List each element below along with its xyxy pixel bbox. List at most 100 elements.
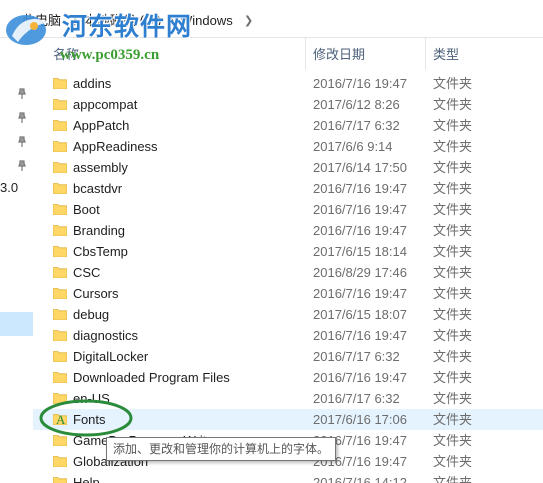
file-type: 文件夹 bbox=[433, 286, 473, 301]
file-name[interactable]: Downloaded Program Files bbox=[73, 367, 230, 388]
file-name[interactable]: diagnostics bbox=[73, 325, 138, 346]
file-type: 文件夹 bbox=[433, 412, 473, 427]
file-date: 2017/6/6 9:14 bbox=[313, 139, 393, 154]
file-type: 文件夹 bbox=[433, 328, 473, 343]
breadcrumb-separator-icon[interactable]: ❯ bbox=[244, 13, 253, 29]
file-name[interactable]: Branding bbox=[73, 220, 125, 241]
file-type: 文件夹 bbox=[433, 118, 473, 133]
watermark-title: 河东软件网 bbox=[62, 14, 193, 41]
watermark-url: www.pc0359.cn bbox=[60, 47, 160, 63]
file-row[interactable]: DigitalLocker 2016/7/17 6:32 文件夹 bbox=[33, 346, 543, 367]
file-row[interactable]: bcastdvr 2016/7/16 19:47 文件夹 bbox=[33, 178, 543, 199]
file-type: 文件夹 bbox=[433, 307, 473, 322]
column-date-header[interactable]: 修改日期 bbox=[313, 47, 365, 63]
file-date: 2016/8/29 17:46 bbox=[313, 265, 407, 280]
nav-item-selected[interactable] bbox=[0, 312, 33, 336]
file-type: 文件夹 bbox=[433, 244, 473, 259]
file-type: 文件夹 bbox=[433, 97, 473, 112]
file-row[interactable]: CbsTemp 2017/6/15 18:14 文件夹 bbox=[33, 241, 543, 262]
file-type: 文件夹 bbox=[433, 349, 473, 364]
file-name[interactable]: appcompat bbox=[73, 94, 137, 115]
folder-icon bbox=[53, 288, 67, 299]
folder-icon bbox=[53, 330, 67, 341]
file-date: 2016/7/16 19:47 bbox=[313, 76, 407, 91]
folder-icon bbox=[53, 309, 67, 320]
folder-icon bbox=[53, 204, 67, 215]
file-type: 文件夹 bbox=[433, 391, 473, 406]
file-row[interactable]: AppReadiness 2017/6/6 9:14 文件夹 bbox=[33, 136, 543, 157]
file-date: 2016/7/17 6:32 bbox=[313, 118, 400, 133]
pin-icon[interactable] bbox=[16, 88, 28, 100]
folder-icon bbox=[53, 225, 67, 236]
file-date: 2017/6/15 18:07 bbox=[313, 307, 407, 322]
file-row[interactable]: appcompat 2017/6/12 8:26 文件夹 bbox=[33, 94, 543, 115]
file-name[interactable]: AppPatch bbox=[73, 115, 129, 136]
file-date: 2016/7/16 19:47 bbox=[313, 181, 407, 196]
file-row[interactable]: addins 2016/7/16 19:47 文件夹 bbox=[33, 73, 543, 94]
file-type: 文件夹 bbox=[433, 139, 473, 154]
file-type: 文件夹 bbox=[433, 265, 473, 280]
navigation-pane[interactable]: 3.0 bbox=[0, 38, 33, 483]
folder-icon bbox=[53, 246, 67, 257]
watermark-logo-icon bbox=[6, 15, 50, 45]
folder-icon bbox=[53, 477, 67, 483]
file-name[interactable]: Boot bbox=[73, 199, 100, 220]
folder-icon bbox=[53, 162, 67, 173]
file-name[interactable]: CbsTemp bbox=[73, 241, 128, 262]
file-date: 2017/6/12 8:26 bbox=[313, 97, 400, 112]
highlight-ellipse bbox=[39, 399, 133, 437]
file-row[interactable]: AppPatch 2016/7/17 6:32 文件夹 bbox=[33, 115, 543, 136]
file-date: 2016/7/16 14:12 bbox=[313, 475, 407, 483]
file-date: 2016/7/17 6:32 bbox=[313, 349, 400, 364]
file-type: 文件夹 bbox=[433, 475, 473, 483]
file-date: 2016/7/16 19:47 bbox=[313, 223, 407, 238]
file-name[interactable]: debug bbox=[73, 304, 109, 325]
file-row[interactable]: Boot 2016/7/16 19:47 文件夹 bbox=[33, 199, 543, 220]
file-name[interactable]: DigitalLocker bbox=[73, 346, 148, 367]
file-name[interactable]: AppReadiness bbox=[73, 136, 158, 157]
file-row[interactable]: CSC 2016/8/29 17:46 文件夹 bbox=[33, 262, 543, 283]
folder-icon bbox=[53, 120, 67, 131]
pin-icon[interactable] bbox=[16, 136, 28, 148]
file-date: 2016/7/16 19:47 bbox=[313, 286, 407, 301]
file-type: 文件夹 bbox=[433, 202, 473, 217]
file-name[interactable]: bcastdvr bbox=[73, 178, 122, 199]
pin-icon[interactable] bbox=[16, 160, 28, 172]
file-name[interactable]: assembly bbox=[73, 157, 128, 178]
file-row[interactable]: Cursors 2016/7/16 19:47 文件夹 bbox=[33, 283, 543, 304]
column-type-header[interactable]: 类型 bbox=[433, 47, 459, 63]
folder-icon bbox=[53, 351, 67, 362]
folder-icon bbox=[53, 267, 67, 278]
file-type: 文件夹 bbox=[433, 181, 473, 196]
file-row[interactable]: assembly 2017/6/14 17:50 文件夹 bbox=[33, 157, 543, 178]
file-row[interactable]: debug 2017/6/15 18:07 文件夹 bbox=[33, 304, 543, 325]
file-name[interactable]: addins bbox=[73, 73, 111, 94]
file-type: 文件夹 bbox=[433, 454, 473, 469]
file-type: 文件夹 bbox=[433, 160, 473, 175]
file-row[interactable]: diagnostics 2016/7/16 19:47 文件夹 bbox=[33, 325, 543, 346]
folder-icon bbox=[53, 141, 67, 152]
folder-icon bbox=[53, 372, 67, 383]
file-type: 文件夹 bbox=[433, 223, 473, 238]
text-cursor-icon: A bbox=[56, 412, 66, 427]
file-date: 2016/7/16 19:47 bbox=[313, 202, 407, 217]
file-date: 2017/6/15 18:14 bbox=[313, 244, 407, 259]
file-type: 文件夹 bbox=[433, 76, 473, 91]
folder-icon bbox=[53, 183, 67, 194]
folder-icon bbox=[53, 99, 67, 110]
file-name[interactable]: CSC bbox=[73, 262, 100, 283]
file-name[interactable]: Help bbox=[73, 472, 100, 483]
file-name[interactable]: Cursors bbox=[73, 283, 119, 304]
file-row[interactable]: Help 2016/7/16 14:12 文件夹 bbox=[33, 472, 543, 483]
file-row[interactable]: Branding 2016/7/16 19:47 文件夹 bbox=[33, 220, 543, 241]
file-date: 2017/6/16 17:06 bbox=[313, 412, 407, 427]
fonts-tooltip: 添加、更改和管理你的计算机上的字体。 bbox=[106, 437, 337, 461]
column-divider[interactable] bbox=[425, 38, 426, 70]
pin-icon[interactable] bbox=[16, 112, 28, 124]
nav-item-partial-label[interactable]: 3.0 bbox=[0, 180, 18, 196]
file-date: 2016/7/16 19:47 bbox=[313, 370, 407, 385]
file-row[interactable]: Downloaded Program Files 2016/7/16 19:47 文… bbox=[33, 367, 543, 388]
file-type: 文件夹 bbox=[433, 433, 473, 448]
column-divider[interactable] bbox=[305, 38, 306, 70]
folder-icon bbox=[53, 456, 67, 467]
